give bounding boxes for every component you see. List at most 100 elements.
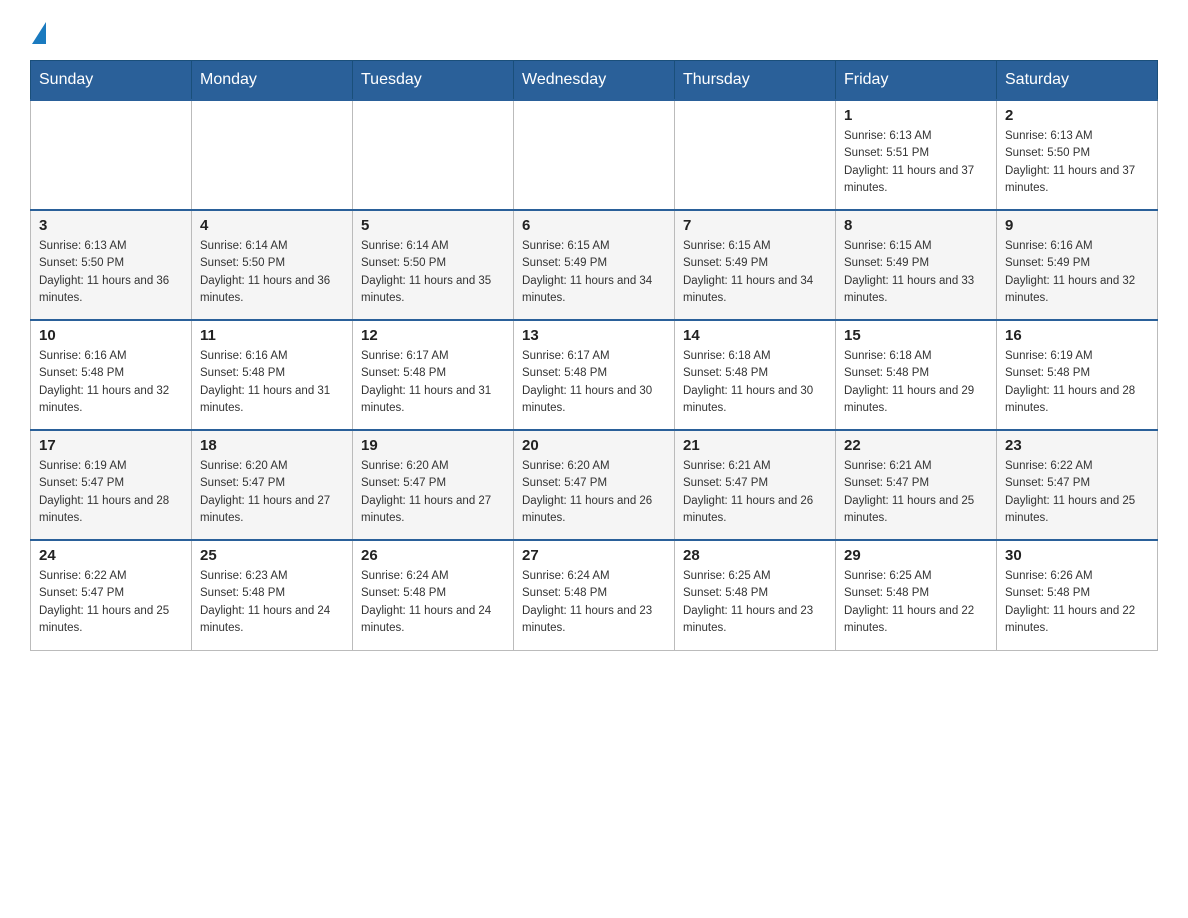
day-number: 9 <box>1005 217 1149 234</box>
day-of-week-header: Wednesday <box>514 61 675 101</box>
day-number: 3 <box>39 217 183 234</box>
calendar-day-cell: 28 Sunrise: 6:25 AM Sunset: 5:48 PM Dayli… <box>675 540 836 650</box>
day-number: 6 <box>522 217 666 234</box>
day-number: 21 <box>683 437 827 454</box>
day-number: 4 <box>200 217 344 234</box>
day-info: Sunrise: 6:20 AM Sunset: 5:47 PM Dayligh… <box>522 458 666 527</box>
calendar-day-cell: 17 Sunrise: 6:19 AM Sunset: 5:47 PM Dayli… <box>31 430 192 540</box>
day-info: Sunrise: 6:22 AM Sunset: 5:47 PM Dayligh… <box>1005 458 1149 527</box>
day-of-week-header: Thursday <box>675 61 836 101</box>
day-number: 8 <box>844 217 988 234</box>
day-number: 22 <box>844 437 988 454</box>
calendar-day-cell: 21Sunrise: 6:21 AM Sunset: 5:47 PM Dayli… <box>675 430 836 540</box>
day-info: Sunrise: 6:17 AM Sunset: 5:48 PM Dayligh… <box>361 348 505 417</box>
calendar-week-row: 17 Sunrise: 6:19 AM Sunset: 5:47 PM Dayli… <box>31 430 1158 540</box>
day-info: Sunrise: 6:22 AM Sunset: 5:47 PM Dayligh… <box>39 568 183 637</box>
calendar-day-cell <box>675 100 836 210</box>
day-number: 27 <box>522 547 666 564</box>
calendar-day-cell: 26 Sunrise: 6:24 AM Sunset: 5:48 PM Dayli… <box>353 540 514 650</box>
day-of-week-header: Friday <box>836 61 997 101</box>
day-number: 1 <box>844 107 988 124</box>
calendar-week-row: 1 Sunrise: 6:13 AM Sunset: 5:51 PM Daylig… <box>31 100 1158 210</box>
day-number: 30 <box>1005 547 1149 564</box>
calendar-day-cell: 24 Sunrise: 6:22 AM Sunset: 5:47 PM Dayli… <box>31 540 192 650</box>
calendar-header-row: SundayMondayTuesdayWednesdayThursdayFrid… <box>31 61 1158 101</box>
day-number: 26 <box>361 547 505 564</box>
day-info: Sunrise: 6:19 AM Sunset: 5:48 PM Dayligh… <box>1005 348 1149 417</box>
day-info: Sunrise: 6:25 AM Sunset: 5:48 PM Dayligh… <box>683 568 827 637</box>
day-number: 20 <box>522 437 666 454</box>
day-number: 19 <box>361 437 505 454</box>
page-header <box>30 20 1158 40</box>
calendar-day-cell: 27 Sunrise: 6:24 AM Sunset: 5:48 PM Dayli… <box>514 540 675 650</box>
day-info: Sunrise: 6:14 AM Sunset: 5:50 PM Dayligh… <box>361 238 505 307</box>
calendar-day-cell: 3Sunrise: 6:13 AM Sunset: 5:50 PM Daylig… <box>31 210 192 320</box>
calendar-day-cell <box>192 100 353 210</box>
calendar-day-cell: 22 Sunrise: 6:21 AM Sunset: 5:47 PM Dayli… <box>836 430 997 540</box>
day-info: Sunrise: 6:13 AM Sunset: 5:50 PM Dayligh… <box>1005 128 1149 197</box>
logo <box>30 20 46 40</box>
calendar-week-row: 10 Sunrise: 6:16 AM Sunset: 5:48 PM Dayli… <box>31 320 1158 430</box>
day-info: Sunrise: 6:21 AM Sunset: 5:47 PM Dayligh… <box>844 458 988 527</box>
calendar-day-cell: 20 Sunrise: 6:20 AM Sunset: 5:47 PM Dayli… <box>514 430 675 540</box>
day-of-week-header: Monday <box>192 61 353 101</box>
calendar-day-cell: 30 Sunrise: 6:26 AM Sunset: 5:48 PM Dayli… <box>997 540 1158 650</box>
day-number: 15 <box>844 327 988 344</box>
day-number: 24 <box>39 547 183 564</box>
day-number: 10 <box>39 327 183 344</box>
calendar-day-cell: 19Sunrise: 6:20 AM Sunset: 5:47 PM Dayli… <box>353 430 514 540</box>
day-number: 5 <box>361 217 505 234</box>
day-number: 29 <box>844 547 988 564</box>
calendar-day-cell: 29 Sunrise: 6:25 AM Sunset: 5:48 PM Dayli… <box>836 540 997 650</box>
day-info: Sunrise: 6:14 AM Sunset: 5:50 PM Dayligh… <box>200 238 344 307</box>
calendar-day-cell <box>514 100 675 210</box>
day-number: 17 <box>39 437 183 454</box>
day-number: 11 <box>200 327 344 344</box>
calendar-table: SundayMondayTuesdayWednesdayThursdayFrid… <box>30 60 1158 651</box>
calendar-day-cell: 5 Sunrise: 6:14 AM Sunset: 5:50 PM Daylig… <box>353 210 514 320</box>
calendar-day-cell: 10 Sunrise: 6:16 AM Sunset: 5:48 PM Dayli… <box>31 320 192 430</box>
day-info: Sunrise: 6:16 AM Sunset: 5:48 PM Dayligh… <box>200 348 344 417</box>
calendar-day-cell: 23Sunrise: 6:22 AM Sunset: 5:47 PM Dayli… <box>997 430 1158 540</box>
day-number: 7 <box>683 217 827 234</box>
day-info: Sunrise: 6:13 AM Sunset: 5:51 PM Dayligh… <box>844 128 988 197</box>
calendar-week-row: 3Sunrise: 6:13 AM Sunset: 5:50 PM Daylig… <box>31 210 1158 320</box>
day-info: Sunrise: 6:15 AM Sunset: 5:49 PM Dayligh… <box>844 238 988 307</box>
day-info: Sunrise: 6:23 AM Sunset: 5:48 PM Dayligh… <box>200 568 344 637</box>
day-info: Sunrise: 6:18 AM Sunset: 5:48 PM Dayligh… <box>683 348 827 417</box>
day-info: Sunrise: 6:15 AM Sunset: 5:49 PM Dayligh… <box>683 238 827 307</box>
calendar-day-cell: 18Sunrise: 6:20 AM Sunset: 5:47 PM Dayli… <box>192 430 353 540</box>
calendar-day-cell <box>31 100 192 210</box>
calendar-week-row: 24 Sunrise: 6:22 AM Sunset: 5:47 PM Dayli… <box>31 540 1158 650</box>
day-of-week-header: Sunday <box>31 61 192 101</box>
day-number: 18 <box>200 437 344 454</box>
logo-triangle-icon <box>32 22 46 44</box>
day-number: 25 <box>200 547 344 564</box>
day-number: 13 <box>522 327 666 344</box>
calendar-day-cell: 1 Sunrise: 6:13 AM Sunset: 5:51 PM Daylig… <box>836 100 997 210</box>
calendar-day-cell: 7 Sunrise: 6:15 AM Sunset: 5:49 PM Daylig… <box>675 210 836 320</box>
day-info: Sunrise: 6:25 AM Sunset: 5:48 PM Dayligh… <box>844 568 988 637</box>
calendar-day-cell: 13Sunrise: 6:17 AM Sunset: 5:48 PM Dayli… <box>514 320 675 430</box>
calendar-day-cell: 25 Sunrise: 6:23 AM Sunset: 5:48 PM Dayli… <box>192 540 353 650</box>
day-number: 28 <box>683 547 827 564</box>
day-info: Sunrise: 6:16 AM Sunset: 5:49 PM Dayligh… <box>1005 238 1149 307</box>
day-of-week-header: Tuesday <box>353 61 514 101</box>
calendar-day-cell: 6Sunrise: 6:15 AM Sunset: 5:49 PM Daylig… <box>514 210 675 320</box>
day-info: Sunrise: 6:16 AM Sunset: 5:48 PM Dayligh… <box>39 348 183 417</box>
day-number: 16 <box>1005 327 1149 344</box>
day-info: Sunrise: 6:24 AM Sunset: 5:48 PM Dayligh… <box>522 568 666 637</box>
calendar-day-cell: 2Sunrise: 6:13 AM Sunset: 5:50 PM Daylig… <box>997 100 1158 210</box>
calendar-day-cell: 11 Sunrise: 6:16 AM Sunset: 5:48 PM Dayli… <box>192 320 353 430</box>
calendar-day-cell: 12 Sunrise: 6:17 AM Sunset: 5:48 PM Dayli… <box>353 320 514 430</box>
day-info: Sunrise: 6:26 AM Sunset: 5:48 PM Dayligh… <box>1005 568 1149 637</box>
calendar-day-cell: 16 Sunrise: 6:19 AM Sunset: 5:48 PM Dayli… <box>997 320 1158 430</box>
calendar-day-cell: 14 Sunrise: 6:18 AM Sunset: 5:48 PM Dayli… <box>675 320 836 430</box>
day-of-week-header: Saturday <box>997 61 1158 101</box>
day-info: Sunrise: 6:24 AM Sunset: 5:48 PM Dayligh… <box>361 568 505 637</box>
calendar-day-cell <box>353 100 514 210</box>
day-number: 14 <box>683 327 827 344</box>
day-number: 12 <box>361 327 505 344</box>
day-info: Sunrise: 6:19 AM Sunset: 5:47 PM Dayligh… <box>39 458 183 527</box>
day-info: Sunrise: 6:18 AM Sunset: 5:48 PM Dayligh… <box>844 348 988 417</box>
